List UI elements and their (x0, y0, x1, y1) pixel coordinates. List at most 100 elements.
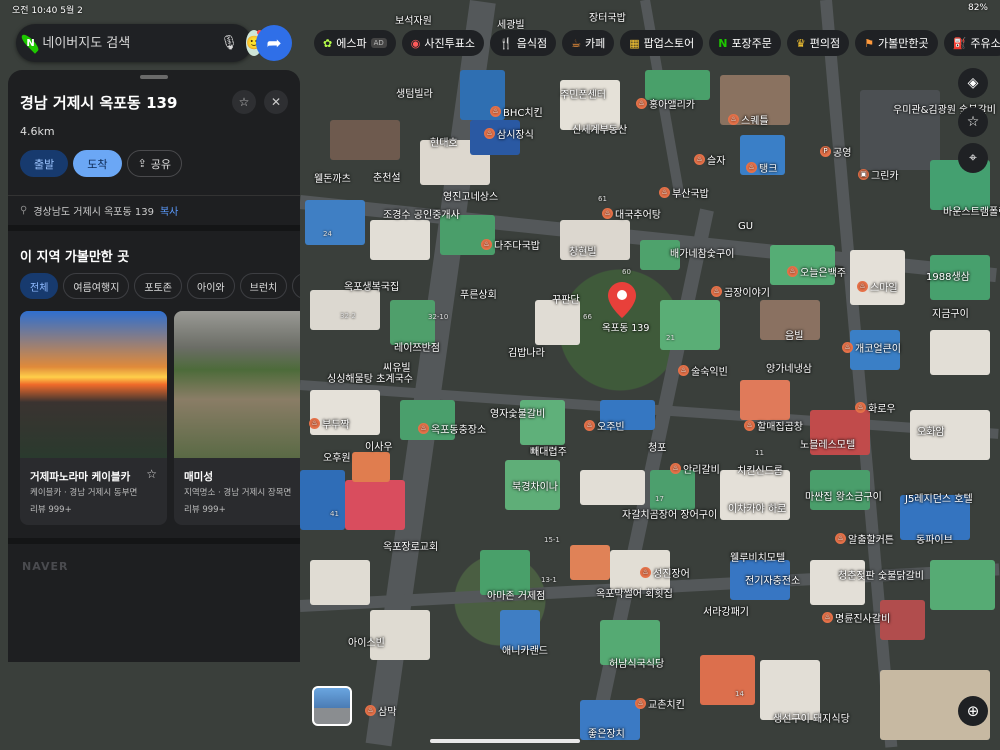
place-card[interactable]: 매미성 ☆ 지역명소 · 경남 거제시 장목면 리뷰 999+ (174, 311, 300, 525)
map-label[interactable]: 바운스트램폴린 (943, 203, 1000, 218)
departure-button[interactable]: 출발 (20, 150, 69, 177)
map-label[interactable]: 아이스빈 (348, 634, 385, 649)
filter-chip-more[interactable]: 오 (292, 273, 300, 299)
favorites-button[interactable]: ☆ (958, 107, 988, 137)
map-label[interactable]: ♨ 탱크 (746, 160, 777, 175)
share-button[interactable]: ⇪ 공유 (126, 150, 182, 177)
category-chip-convenience[interactable]: ♛ 편의점 (786, 30, 850, 56)
place-card[interactable]: 거제파노라마 케이블카 ☆ 케이블카 · 경남 거제시 동부면 리뷰 999+ (20, 311, 167, 525)
map-label[interactable]: 생텀빌라 (396, 85, 433, 100)
filter-chip-brunch[interactable]: 브런치 (239, 273, 288, 299)
map-label[interactable]: 북경차이나 (512, 478, 558, 493)
map-label[interactable]: 싱싱해물탕 초계국수 (327, 370, 413, 385)
category-chip-attraction[interactable]: ⚑ 가볼만한곳 (855, 30, 938, 56)
map-label[interactable]: ♨ 알출할커튼 (835, 531, 894, 546)
map-label[interactable]: 노블레스모텔 (800, 436, 855, 451)
map-label[interactable]: ♨ 삼막 (365, 703, 396, 718)
map-label[interactable]: 옥포장로교회 (383, 538, 438, 553)
category-chip-restaurant[interactable]: 🍴 음식점 (490, 30, 557, 56)
map-label[interactable]: 애니카랜드 (502, 642, 548, 657)
map-label[interactable]: 영진고네상스 (443, 188, 498, 203)
category-chip-gas-station[interactable]: ⛽ 주유소 (943, 30, 1000, 56)
map-label[interactable]: ♨ 대국추어탕 (602, 206, 661, 221)
map-label[interactable]: 푸른상회 (460, 286, 497, 301)
map-label[interactable]: 레이쯔반점 (394, 339, 440, 354)
map-label[interactable]: ♨ 교촌치킨 (635, 696, 685, 711)
category-chip-photo-vote[interactable]: ◉ 사진투표소 (401, 30, 484, 56)
map-label[interactable]: ♨ 홍아앨리카 (636, 96, 695, 111)
street-view-thumbnail[interactable] (312, 686, 352, 726)
map-label[interactable]: 전기자충전소 (745, 572, 800, 587)
map-label[interactable]: 세광빌 (497, 16, 525, 31)
filter-chip-summer[interactable]: 여름여행지 (63, 273, 130, 299)
map-label[interactable]: 춘천설 (373, 169, 401, 184)
map-label[interactable]: 웰돈까츠 (314, 170, 351, 185)
map-label[interactable]: 배가네참숯구이 (670, 245, 734, 260)
map-label[interactable]: 양가네냉삼 (766, 360, 812, 375)
map-label[interactable]: 빼대렵주 (530, 443, 567, 458)
map-label[interactable]: ♨ 오주빈 (584, 418, 625, 433)
map-label[interactable]: J5레지던스 호텔 (905, 490, 973, 505)
category-chip-takeout[interactable]: N 포장주문 (709, 30, 781, 56)
map-label[interactable]: ♨ 성진장어 (640, 565, 690, 580)
map-label[interactable]: 오화암 (917, 423, 945, 438)
map-label[interactable]: ♨ 부산국밥 (659, 185, 709, 200)
location-marker-icon[interactable] (608, 282, 636, 318)
map-label[interactable]: 주민폰센터 (560, 86, 606, 101)
map-label[interactable]: ♨ 오늘은백주 (787, 264, 846, 279)
map-label[interactable]: ♨ 곱장이야기 (711, 284, 770, 299)
map-label[interactable]: 현대호 (430, 134, 458, 149)
map-label[interactable]: 이차카야 하로 (728, 500, 786, 515)
map-label[interactable]: ♨ 삼시장식 (484, 126, 534, 141)
home-indicator[interactable] (430, 739, 580, 743)
map-label[interactable]: 영자숯불갈비 (490, 405, 545, 420)
map-label[interactable]: ♨ 슬자 (694, 152, 725, 167)
map-label[interactable]: 자갈치곰장어 장어구이 (622, 506, 717, 521)
map-label[interactable]: ♨ 안리갈비 (670, 461, 720, 476)
map-label[interactable]: 조경수 공인중개사 (383, 206, 460, 221)
search-bar[interactable]: N 🎙 🙂 (16, 24, 263, 62)
my-places-button[interactable]: ⌖ (958, 143, 988, 173)
close-button[interactable]: ✕ (264, 90, 288, 114)
map-label[interactable]: ♨ 개코얼큰이 (842, 340, 901, 355)
map-label[interactable]: 청포 (648, 439, 666, 454)
map-label[interactable]: 좋은장치 (588, 725, 625, 740)
map-label[interactable]: 지금구이 (932, 305, 969, 320)
category-chip-popup-store[interactable]: ▦ 팝업스토어 (620, 30, 704, 56)
map-label[interactable]: ♨ 다주다국밥 (481, 237, 540, 252)
map-label[interactable]: 청춘젖판 숯불닭갈비 (838, 567, 924, 582)
copy-address-button[interactable]: 복사 (160, 203, 178, 218)
map-label[interactable]: 옥포생복국집 (344, 278, 399, 293)
map-label[interactable]: 서라강패기 (703, 603, 749, 618)
current-location-button[interactable]: ⊕ (958, 696, 988, 726)
mic-icon[interactable]: 🎙 (220, 35, 238, 51)
map-label[interactable]: ♨ 술숙익빈 (678, 363, 728, 378)
map-label[interactable]: 김밥나라 (508, 344, 545, 359)
map-label[interactable]: 옥포막썰어 회횟집 (596, 585, 673, 600)
map-label[interactable]: ♨ 화로우 (855, 400, 896, 415)
save-place-button[interactable]: ☆ (232, 90, 256, 114)
map-label[interactable]: 웰루비치모텔 (730, 549, 785, 564)
map-label[interactable]: 마싼집 왕소금구이 (805, 488, 882, 503)
filter-chip-with-kids[interactable]: 아이와 (187, 273, 235, 299)
map-label[interactable]: ♨ 할매집곱창 (744, 418, 803, 433)
category-chip-cafe[interactable]: ☕ 카페 (562, 30, 615, 56)
map-label[interactable]: 치킨신드롬 (737, 462, 783, 477)
star-outline-icon[interactable]: ☆ (146, 467, 157, 481)
map-label[interactable]: 오후원 (323, 449, 351, 464)
map-label[interactable]: 동파이브 (916, 531, 953, 546)
map-label[interactable]: 꾸판단 (552, 291, 580, 306)
map-label[interactable]: ♨ 명륜진사갈비 (822, 610, 890, 625)
map-label[interactable]: ♨ 스마일 (857, 279, 898, 294)
panel-grab-handle[interactable] (140, 75, 168, 79)
map-label[interactable]: ▣ 그린카 (858, 167, 899, 182)
arrival-button[interactable]: 도착 (73, 150, 122, 177)
map-label[interactable]: 아마존 거제점 (487, 587, 545, 602)
map-label[interactable]: 신세계부동산 (572, 121, 627, 136)
map-label[interactable]: 음빌 (785, 327, 803, 342)
map-label[interactable]: ♨ 부두짝 (309, 416, 350, 431)
map-label[interactable]: P 공영 (820, 144, 851, 159)
map-label[interactable]: 1988생삼 (926, 268, 970, 283)
map-label[interactable]: 생선구이 돼지식당 (773, 710, 850, 725)
directions-button[interactable]: ➦ (256, 25, 292, 61)
